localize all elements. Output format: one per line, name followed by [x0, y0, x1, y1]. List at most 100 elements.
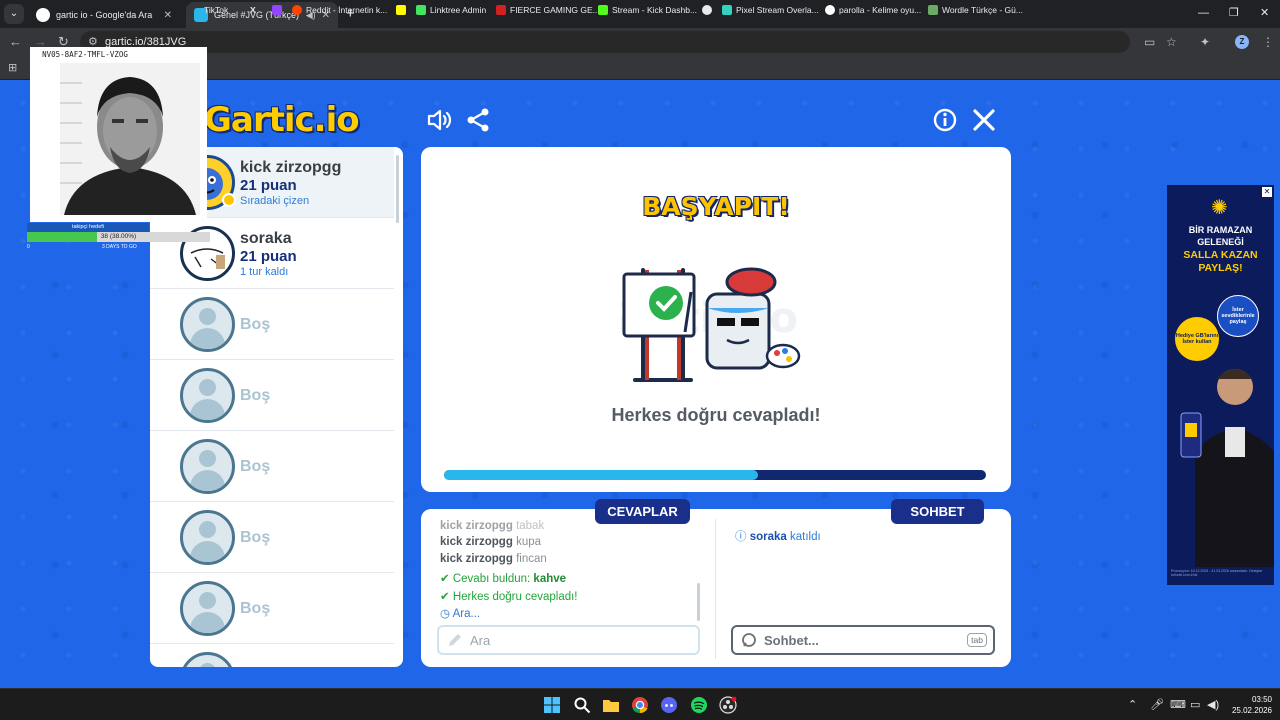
result-card: BAŞYAPIT! Gartic.io Herkes doğru cevapla…	[421, 147, 1011, 492]
clock-time: 03:50	[1251, 695, 1272, 704]
back-arrow-icon[interactable]: ←	[9, 34, 22, 50]
players-scrollbar[interactable]	[396, 155, 399, 223]
bookmark-twitch[interactable]	[272, 5, 282, 15]
id-code: NV05-8AF2-TMFL-VZOG	[42, 50, 128, 59]
ad-headline: SALLA KAZAN	[1183, 249, 1258, 261]
chat-input[interactable]: Sohbet... tab	[731, 625, 995, 655]
player-score: 21 puan	[240, 248, 297, 265]
bookmark-star-icon[interactable]: ☆	[1166, 35, 1177, 49]
all-correct-message: ✔ Herkes doğru cevapladı!	[440, 589, 578, 603]
empty-slot-label: Boş	[240, 600, 271, 617]
bookmark-parolla[interactable]: parolla - Kelime oyu...	[825, 5, 921, 15]
snapchat-icon	[396, 5, 406, 15]
keyboard-icon[interactable]: ⌨	[1170, 698, 1186, 712]
minimize-icon[interactable]: —	[1198, 6, 1209, 20]
start-windows-icon[interactable]	[543, 696, 561, 714]
bookmark-pixel-stream[interactable]: Pixel Stream Overla...	[722, 5, 819, 15]
tray-overflow-icon[interactable]: ⌃	[1128, 698, 1137, 712]
bookmark-label: Stream - Kick Dashb...	[612, 5, 698, 15]
windows-taskbar: ⌃ 🎤︎ ⌨ ▭ ◀) 03:50 25.02.2026	[0, 688, 1280, 720]
google-favicon-icon	[36, 8, 50, 22]
follower-goal-bar: 38 (38.00%)	[27, 232, 210, 242]
panel-divider	[715, 519, 716, 659]
exit-close-icon[interactable]	[971, 107, 997, 133]
follower-goal-value: 38 (38.00%)	[100, 233, 137, 240]
answers-tab[interactable]: CEVAPLAR	[595, 499, 690, 524]
volume-icon[interactable]: ◀)	[1207, 698, 1219, 712]
empty-slot-label: Boş	[240, 458, 271, 475]
info-icon[interactable]	[932, 107, 958, 133]
player-status: Sıradaki çizen	[240, 195, 310, 207]
bookmark-label: Pixel Stream Overla...	[736, 5, 819, 15]
bookmark-snapchat[interactable]	[396, 5, 406, 15]
bookmark-linktree[interactable]: Linktree Admin	[416, 5, 486, 15]
bookmark-github[interactable]	[702, 5, 712, 15]
x-logo-icon: X	[250, 5, 256, 15]
round-timer-fill	[444, 470, 759, 480]
round-timer-bar	[444, 470, 986, 480]
microphone-icon[interactable]: 🎤︎	[1150, 698, 1164, 712]
chat-tab[interactable]: SOHBET	[891, 499, 984, 524]
obs-icon[interactable]	[719, 696, 737, 714]
twitch-icon	[272, 5, 282, 15]
discord-icon[interactable]	[660, 696, 678, 714]
bookmark-reddit[interactable]: Reddit - İnternetin k...	[292, 5, 387, 15]
more-menu-icon[interactable]: ⋮	[1262, 35, 1274, 49]
clock-icon: ◷	[440, 608, 451, 620]
cast-icon[interactable]: ▭	[1144, 35, 1155, 49]
address-bar[interactable]: ⚙ gartic.io/381JVG	[80, 31, 1130, 53]
ad-close-icon[interactable]: ✕	[1262, 187, 1272, 197]
system-clock[interactable]: 03:50 25.02.2026	[1226, 694, 1272, 716]
pixel-stream-icon	[722, 5, 732, 15]
answer-author: kick zirzopgg	[440, 536, 513, 548]
player-score: 21 puan	[240, 177, 297, 194]
answers-scrollbar[interactable]	[697, 583, 700, 621]
answer-text: kupa	[516, 536, 541, 548]
profile-avatar[interactable]: Z	[1235, 35, 1249, 49]
empty-avatar-icon	[180, 439, 235, 494]
chat-bubble-icon	[742, 633, 756, 647]
bookmark-wordle[interactable]: Wordle Türkçe - Gü...	[928, 5, 1023, 15]
bookmark-label: TikTok	[204, 5, 229, 15]
player-row[interactable]: soraka 21 puan 1 tur kaldı	[150, 218, 394, 289]
browser-tab-google[interactable]: gartic io - Google'da Ara ✕	[28, 2, 180, 28]
spotify-icon[interactable]	[690, 696, 708, 714]
share-icon[interactable]	[465, 107, 491, 133]
search-icon[interactable]	[573, 696, 591, 714]
chat-message: ⓘ soraka katıldı	[735, 528, 821, 544]
masterpiece-illustration-icon: Gartic.io	[621, 267, 801, 382]
result-title: BAŞYAPIT!	[642, 192, 790, 221]
empty-player-slot: Boş	[150, 431, 394, 502]
player-status: 1 tur kaldı	[240, 266, 289, 278]
bookmark-label: FIERCE GAMING GE...	[510, 5, 600, 15]
pencil-icon	[449, 634, 461, 646]
bookmark-x[interactable]: X	[250, 5, 256, 15]
ad-badge: Hediye GB'larını İster kullan	[1175, 317, 1219, 361]
tab-search-button[interactable]: ⌄	[4, 4, 24, 24]
all-correct-text: Herkes doğru cevapladı!	[452, 591, 578, 603]
close-window-icon[interactable]: ✕	[1260, 6, 1269, 20]
answer-text: tabak	[516, 520, 545, 532]
follower-goal-min: 0	[27, 244, 30, 250]
network-icon[interactable]: ▭	[1190, 698, 1200, 712]
file-explorer-icon[interactable]	[602, 696, 620, 714]
empty-avatar-icon	[180, 368, 235, 423]
bookmark-kick[interactable]: Stream - Kick Dashb...	[598, 5, 697, 15]
chrome-icon[interactable]	[631, 696, 649, 714]
bookmark-tiktok[interactable]: TikTok	[204, 5, 228, 15]
apps-grid-icon[interactable]: ⊞	[8, 61, 17, 74]
bookmark-label: Reddit - İnternetin k...	[306, 5, 388, 15]
found-prefix: Cevabı buldun:	[452, 573, 531, 585]
bookmark-fierce[interactable]: FIERCE GAMING GE...	[496, 5, 600, 15]
empty-slot-label: Boş	[240, 529, 271, 546]
restore-icon[interactable]: ❐	[1229, 6, 1239, 20]
sound-icon[interactable]	[426, 107, 452, 133]
tab-key-hint: tab	[967, 633, 987, 647]
guess-input[interactable]: Ara	[437, 625, 700, 655]
parolla-icon	[825, 5, 835, 15]
extensions-icon[interactable]: ✦	[1200, 35, 1210, 49]
turkcell-ad-banner[interactable]: ✕ ✺ BİR RAMAZAN GELENEĞİ SALLA KAZAN PAY…	[1167, 185, 1274, 585]
answer-author: kick zirzopgg	[440, 520, 513, 532]
close-tab-icon[interactable]: ✕	[164, 10, 172, 21]
wordle-icon	[928, 5, 938, 15]
